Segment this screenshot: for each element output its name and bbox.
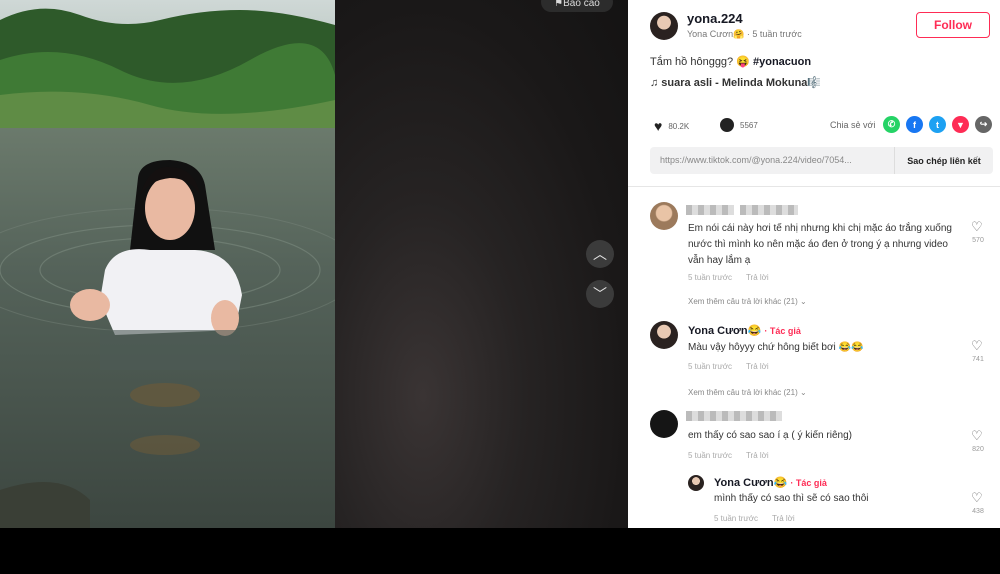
next-video-button[interactable]: ﹀ (586, 280, 614, 308)
comment-stat[interactable]: 5567 (720, 118, 758, 132)
view-more-replies[interactable]: Xem thêm câu trả lời khác (21) ⌄ (688, 297, 807, 306)
commenter-name-pixelated[interactable] (686, 411, 782, 421)
comment-like-icon[interactable]: ♡ (971, 490, 983, 506)
pinterest-icon[interactable]: ▼ (952, 116, 969, 133)
comment-meta: 5 tuần trước Trả lời (688, 362, 783, 371)
facebook-icon[interactable]: f (906, 116, 923, 133)
letterbox-bar (0, 528, 1000, 574)
comment-text: em thấy có sao sao í ạ ( ý kiến riêng) (688, 430, 852, 441)
comment-like-count: 438 (972, 508, 984, 515)
comment-like-count: 741 (972, 356, 984, 363)
comment-time: 5 tuần trước (688, 273, 732, 282)
comment-text: Em nói cái này hơi tế nhị nhưng khi chị … (688, 223, 952, 266)
comment-time: 5 tuần trước (688, 451, 732, 460)
details-panel: yona.224 Yona Cươn🤗 · 5 tuần trước Follo… (628, 0, 1000, 528)
video-link-url[interactable]: https://www.tiktok.com/@yona.224/video/7… (660, 155, 852, 165)
author-tag: · Tác giả (790, 478, 827, 488)
reply-author-name: Yona Cươn😂 (714, 477, 788, 489)
share-label: Chia sẻ với (830, 120, 876, 130)
comment-icon (720, 118, 734, 132)
chevron-down-icon: ﹀ (593, 286, 607, 302)
heart-icon: ♥ (654, 118, 663, 134)
video-link-box: https://www.tiktok.com/@yona.224/video/7… (650, 147, 993, 174)
author-username[interactable]: yona.224 (687, 11, 743, 26)
author-avatar[interactable] (650, 12, 678, 40)
video-frame-image (0, 0, 335, 528)
view-more-replies[interactable]: Xem thêm câu trả lời khác (21) ⌄ (688, 388, 807, 397)
commenter-avatar[interactable] (650, 202, 678, 230)
tiktok-video-page: ⚑ Báo cáo ︿ ﹀ yona.224 Yona Cươn🤗 · 5 tu… (0, 0, 1000, 528)
author-subline: Yona Cươn🤗 · 5 tuần trước (687, 29, 802, 39)
comment-text: Màu vậy hôyyy chứ hông biết bơi 😂😂 (688, 342, 864, 353)
reply-text: mình thấy có sao thì sẽ có sao thôi (714, 493, 869, 504)
section-divider (628, 186, 1000, 187)
copy-link-button[interactable]: Sao chép liên kết (894, 147, 993, 174)
report-label: Báo cáo (563, 0, 600, 9)
flag-icon: ⚑ (554, 0, 564, 9)
music-link[interactable]: ♫ suara asli - Melinda Mokuna🎼 (650, 76, 821, 89)
reply-link[interactable]: Trả lời (772, 514, 795, 523)
comment-meta: 5 tuần trước Trả lời (688, 451, 783, 460)
comment-like-icon[interactable]: ♡ (971, 338, 983, 354)
comment-like-icon[interactable]: ♡ (971, 428, 983, 444)
reply-link[interactable]: Trả lời (746, 273, 769, 282)
comment-author-name: Yona Cươn😂 (688, 325, 762, 337)
comment-time: 5 tuần trước (688, 362, 732, 371)
whatsapp-icon[interactable]: ✆ (883, 116, 900, 133)
caption-text: Tắm hồ hônggg? 😝 (650, 56, 750, 68)
comment-meta: 5 tuần trước Trả lời (714, 514, 809, 523)
author-tag: · Tác giả (764, 326, 801, 336)
reply-link[interactable]: Trả lời (746, 451, 769, 460)
comment-time: 5 tuần trước (714, 514, 758, 523)
hashtag-link[interactable]: #yonacuon (753, 56, 811, 68)
video-player[interactable] (0, 0, 335, 528)
reply-author[interactable]: Yona Cươn😂 · Tác giả (714, 476, 827, 489)
like-count: 80.2K (668, 121, 690, 131)
like-stat[interactable]: ♥ 80.2K (654, 118, 689, 134)
commenter-name-pixelated[interactable] (686, 205, 734, 215)
more-share-icon[interactable]: ↪ (975, 116, 992, 133)
comment-like-count: 820 (972, 446, 984, 453)
comment-count: 5567 (740, 120, 758, 130)
commenter-avatar[interactable] (650, 410, 678, 438)
video-blur-background (335, 0, 628, 528)
commenter-name-pixelated (740, 205, 798, 215)
report-button[interactable]: ⚑ Báo cáo (541, 0, 613, 12)
reply-link[interactable]: Trả lời (746, 362, 769, 371)
previous-video-button[interactable]: ︿ (586, 240, 614, 268)
twitter-icon[interactable]: t (929, 116, 946, 133)
chevron-up-icon: ︿ (593, 246, 607, 262)
comment-author[interactable]: Yona Cươn😂 · Tác giả (688, 324, 801, 337)
reply-author-avatar[interactable] (688, 475, 704, 491)
video-caption: Tắm hồ hônggg? 😝 #yonacuon (650, 55, 811, 68)
follow-button[interactable]: Follow (916, 12, 990, 38)
comment-meta: 5 tuần trước Trả lời (688, 273, 783, 282)
comment-like-icon[interactable]: ♡ (971, 219, 983, 235)
comment-like-count: 570 (972, 237, 984, 244)
commenter-avatar[interactable] (650, 321, 678, 349)
